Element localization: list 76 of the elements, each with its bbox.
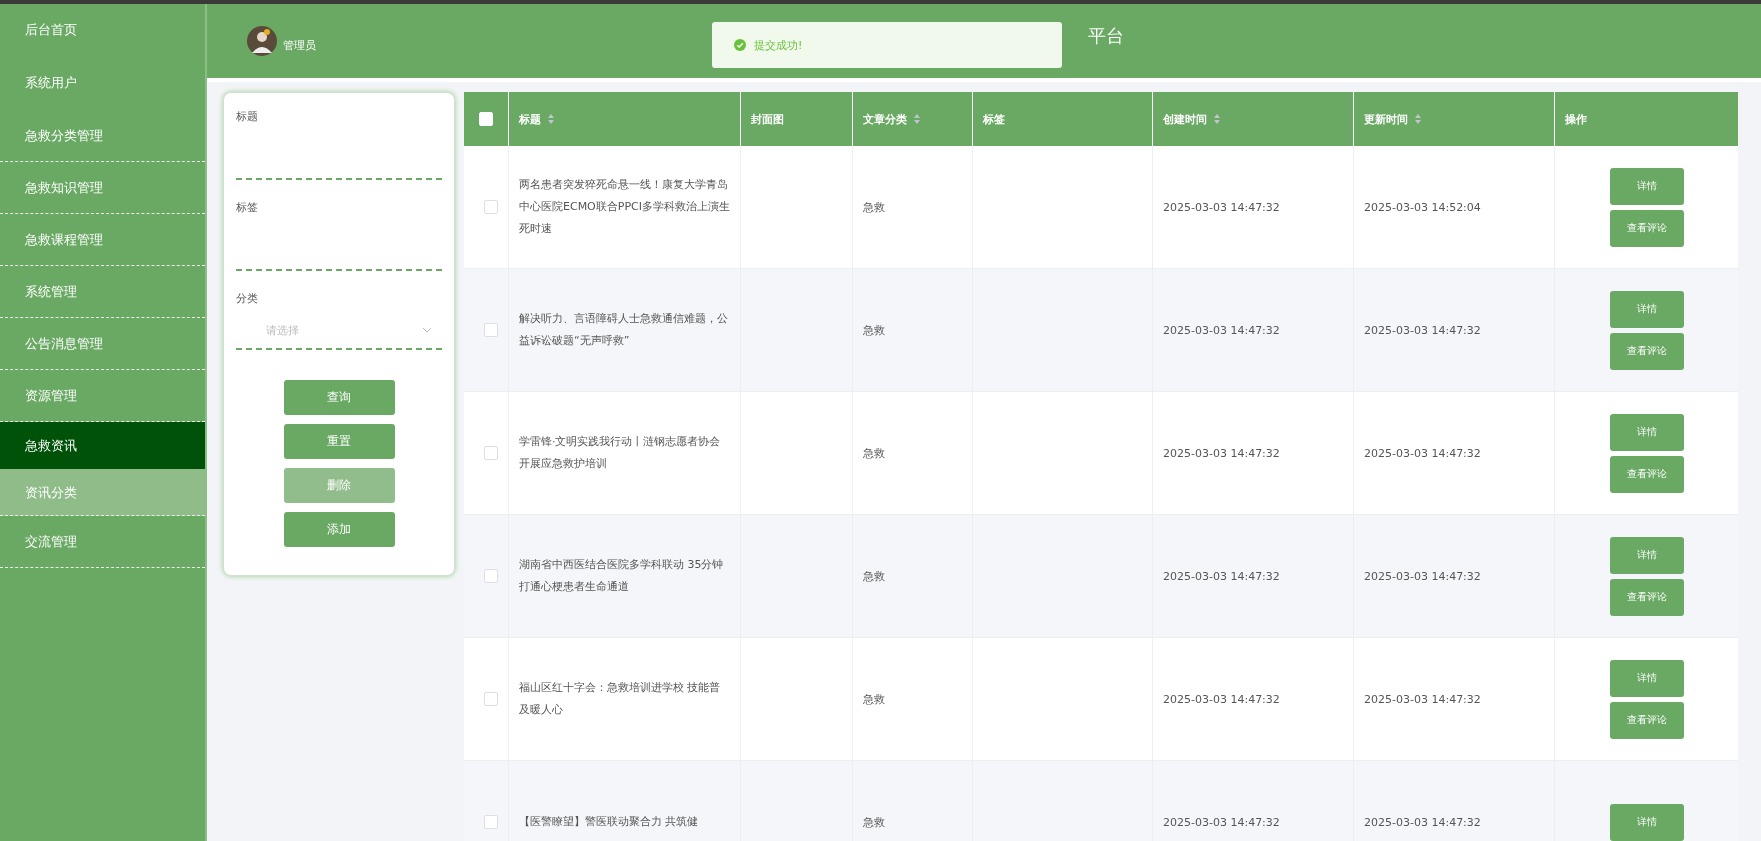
avatar-icon	[247, 26, 277, 56]
table-cell: 2025-03-03 14:47:32	[1364, 569, 1481, 583]
comments-button[interactable]: 查看评论	[1609, 701, 1684, 739]
field-label: 分类	[236, 291, 259, 306]
comments-button[interactable]: 查看评论	[1609, 455, 1684, 493]
table-cell-text: 学雷锋·文明实践我行动丨涟钢志愿者协会开展应急救护培训	[519, 434, 722, 472]
sidebar-item[interactable]: 公告消息管理	[0, 318, 205, 370]
sidebar-item[interactable]: 交流管理	[0, 516, 205, 568]
details-button[interactable]: 详情	[1609, 167, 1684, 205]
chevron-down-icon	[422, 327, 432, 333]
table-cell: 急救	[863, 445, 885, 461]
filter-button[interactable]: 查询	[283, 380, 395, 415]
details-button[interactable]: 详情	[1609, 413, 1684, 451]
comments-button[interactable]: 查看评论	[1609, 578, 1684, 616]
sidebar-item[interactable]: 后台首页	[0, 4, 205, 57]
table-cell: 2025-03-03 14:47:32	[1163, 200, 1280, 214]
table-cell: 2025-03-03 14:47:32	[1364, 815, 1481, 829]
sidebar-item[interactable]: 急救课程管理	[0, 214, 205, 266]
column-header[interactable]: 标题	[509, 92, 741, 146]
details-button[interactable]: 详情	[1609, 803, 1684, 841]
row-checkbox[interactable]	[484, 569, 498, 583]
table-cell: 2025-03-03 14:47:32	[1163, 692, 1280, 706]
table-cell-text: 两名患者突发猝死命悬一线！康复大学青岛中心医院ECMO联合PPCI多学科救治上演生死时速	[519, 177, 731, 237]
select-field[interactable]: 请选择	[236, 312, 442, 350]
table-cell: 急救	[863, 814, 885, 830]
column-header[interactable]: 文章分类	[853, 92, 973, 146]
column-header[interactable]: 标签	[973, 92, 1153, 146]
sort-icon[interactable]	[1414, 113, 1422, 125]
table-cell-text: 解决听力、言语障碍人士急救通信难题，公益诉讼破题“无声呼救”	[519, 311, 729, 349]
comments-button[interactable]: 查看评论	[1609, 209, 1684, 247]
table-cell: 2025-03-03 14:47:32	[1364, 323, 1481, 337]
sidebar-item[interactable]: 系统管理	[0, 266, 205, 318]
table-cell: 2025-03-03 14:47:32	[1163, 323, 1280, 337]
row-checkbox[interactable]	[484, 815, 498, 829]
row-checkbox[interactable]	[484, 446, 498, 460]
table-cell: 2025-03-03 14:47:32	[1364, 446, 1481, 460]
row-checkbox[interactable]	[484, 323, 498, 337]
table-cell: 急救	[863, 199, 885, 215]
user-name: 管理员	[283, 37, 316, 53]
column-header[interactable]: 创建时间	[1153, 92, 1354, 146]
row-checkbox[interactable]	[484, 692, 498, 706]
table-cell-text: 福山区红十字会：急救培训进学校 技能普及暖人心	[519, 680, 722, 718]
table-cell-text: 【医警瞭望】警医联动聚合力 共筑健	[519, 814, 700, 830]
table-cell: 急救	[863, 322, 885, 338]
column-header[interactable]: 封面图	[741, 92, 853, 146]
sidebar-item[interactable]: 急救分类管理	[0, 110, 205, 162]
sort-icon[interactable]	[913, 113, 921, 125]
details-button[interactable]: 详情	[1609, 659, 1684, 697]
sort-icon[interactable]	[547, 113, 555, 125]
filter-button[interactable]: 重置	[283, 424, 395, 459]
sidebar-item[interactable]: 急救资讯	[0, 422, 205, 469]
row-checkbox[interactable]	[484, 200, 498, 214]
table-cell: 2025-03-03 14:47:32	[1163, 569, 1280, 583]
table-cell: 2025-03-03 14:47:32	[1364, 692, 1481, 706]
column-header[interactable]: 更新时间	[1354, 92, 1555, 146]
field-label: 标题	[236, 109, 259, 124]
details-button[interactable]: 详情	[1609, 290, 1684, 328]
select-all-checkbox[interactable]	[479, 112, 493, 126]
table-cell: 2025-03-03 14:47:32	[1163, 815, 1280, 829]
field-label: 标签	[236, 200, 259, 215]
sidebar-item[interactable]: 系统用户	[0, 57, 205, 110]
table-cell: 急救	[863, 568, 885, 584]
table-cell: 2025-03-03 14:47:32	[1163, 446, 1280, 460]
site-title: 平台	[1088, 24, 1124, 48]
sidebar-item[interactable]: 急救知识管理	[0, 162, 205, 214]
column-header[interactable]: 操作	[1555, 92, 1738, 146]
details-button[interactable]: 详情	[1609, 536, 1684, 574]
table-cell: 2025-03-03 14:52:04	[1364, 200, 1481, 214]
table-cell-text: 湖南省中西医结合医院多学科联动 35分钟打通心梗患者生命通道	[519, 557, 725, 595]
table-cell: 急救	[863, 691, 885, 707]
success-icon	[734, 39, 746, 51]
filter-button[interactable]: 添加	[283, 512, 395, 547]
comments-button[interactable]: 查看评论	[1609, 332, 1684, 370]
toast-message: 提交成功!	[754, 37, 803, 53]
sidebar-item[interactable]: 资讯分类	[0, 469, 205, 516]
sort-icon[interactable]	[1213, 113, 1221, 125]
